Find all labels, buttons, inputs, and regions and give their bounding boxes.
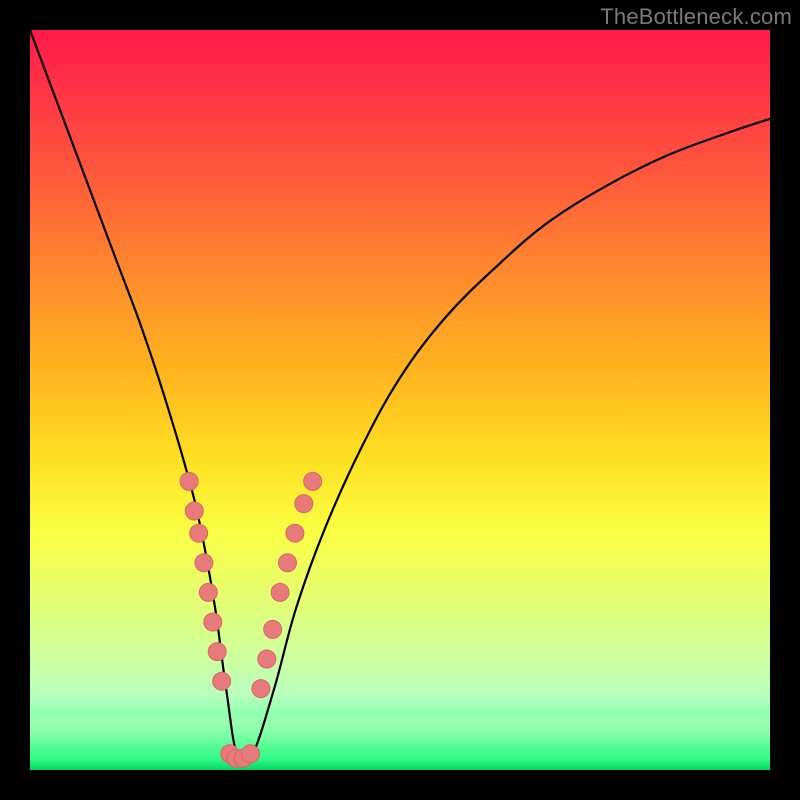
- plot-gradient-area: [30, 30, 770, 770]
- chart-canvas: TheBottleneck.com: [0, 0, 800, 800]
- watermark-text: TheBottleneck.com: [600, 4, 792, 30]
